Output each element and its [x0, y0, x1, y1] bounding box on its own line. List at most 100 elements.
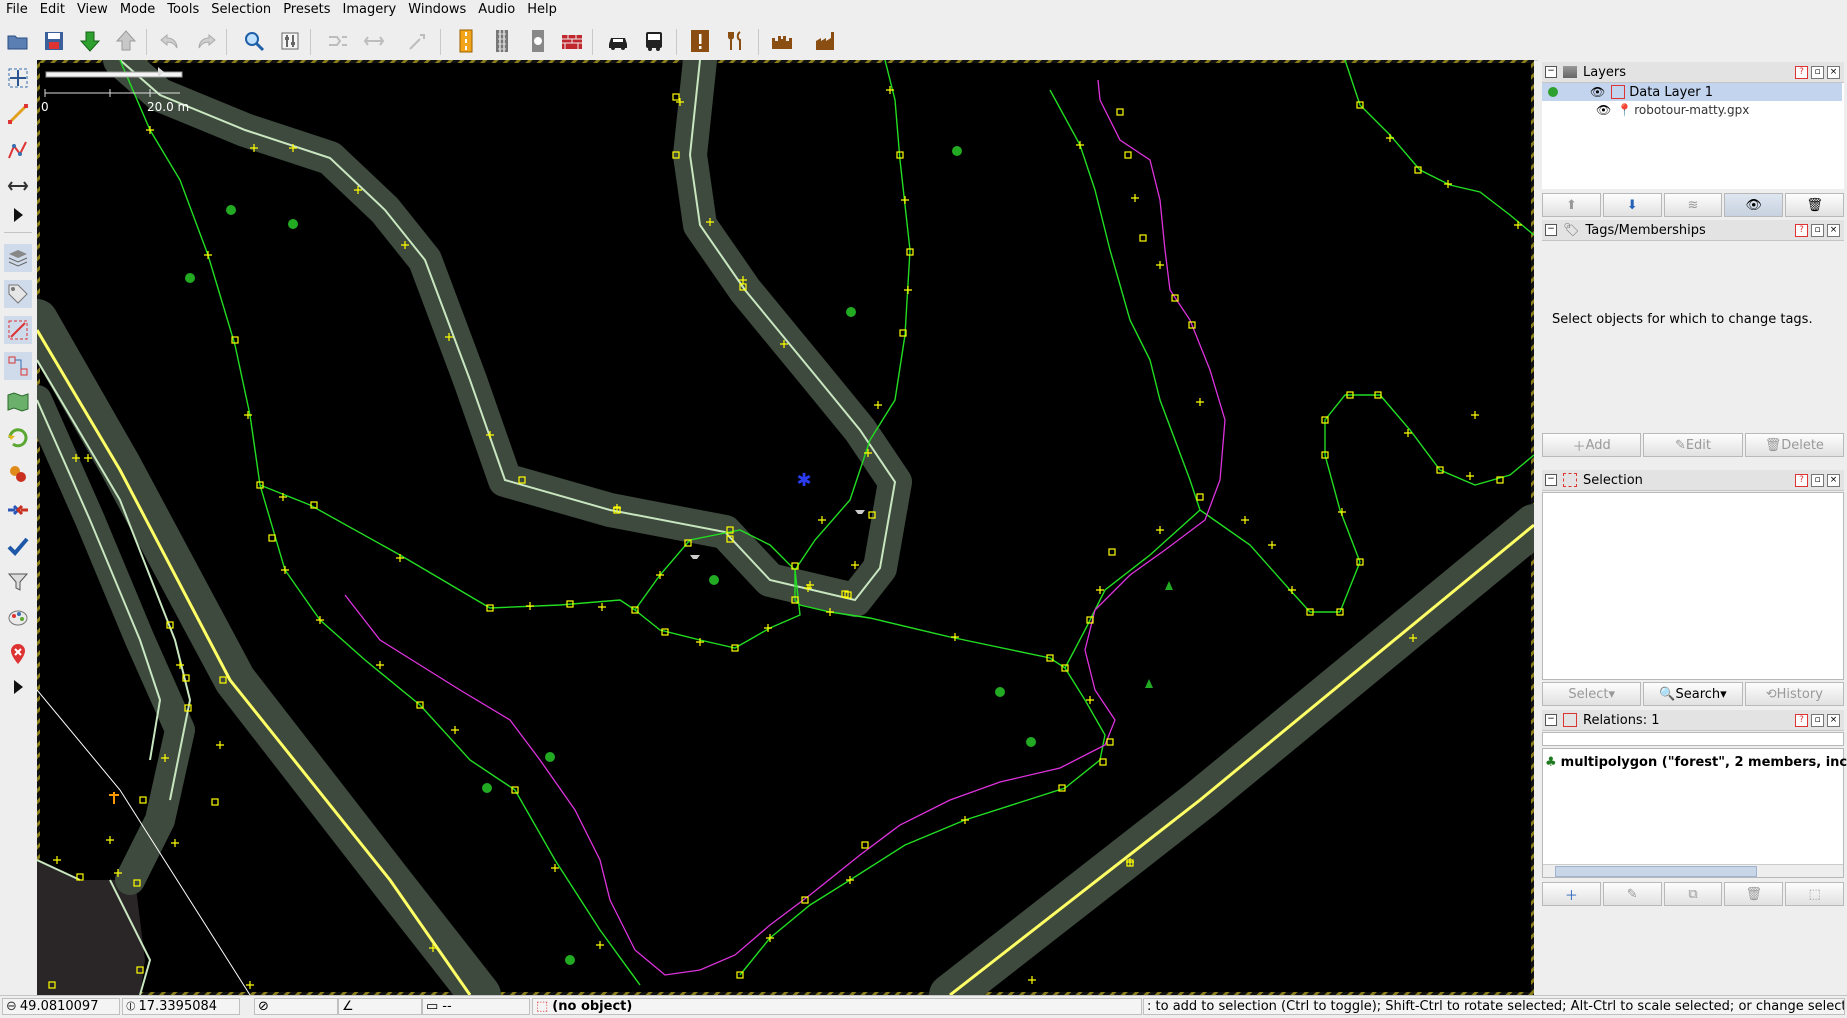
relation-row[interactable]: ♣ multipolygon ("forest", 2 members, inc…	[1545, 755, 1847, 770]
notes-icon[interactable]	[4, 640, 32, 668]
menu-windows[interactable]: Windows	[402, 0, 472, 20]
menu-imagery[interactable]: Imagery	[337, 0, 403, 20]
relations-toggle-icon[interactable]	[4, 352, 32, 380]
delete-tag-button[interactable]: 🗑 Delete	[1744, 433, 1844, 457]
close-icon[interactable]: ×	[1827, 66, 1840, 79]
delete-layer-button[interactable]: 🗑	[1785, 193, 1844, 217]
history-button[interactable]: ⟲ History	[1744, 682, 1844, 706]
svg-text:✱: ✱	[796, 470, 811, 491]
collapse-icon[interactable]: −	[1545, 714, 1557, 726]
car-icon[interactable]	[604, 27, 632, 55]
more-toggles-icon[interactable]	[4, 677, 32, 697]
merge-icon[interactable]	[324, 27, 352, 55]
open-file-icon[interactable]	[4, 27, 32, 55]
footways	[119, 60, 1534, 986]
tags-panel-title[interactable]: − 🏷 Tags/Memberships ? ▫ ×	[1542, 220, 1844, 241]
factory-icon[interactable]	[812, 27, 840, 55]
help-icon[interactable]: ?	[1795, 474, 1808, 487]
longitude-icon: ⦶	[126, 999, 136, 1014]
download-icon[interactable]	[76, 27, 104, 55]
layer-row-data-layer-1[interactable]: 👁 Data Layer 1	[1542, 83, 1842, 101]
undo-icon[interactable]	[156, 27, 184, 55]
distance-field: ▭ --	[422, 998, 530, 1015]
new-relation-button[interactable]: ＋	[1542, 882, 1601, 906]
extrude-icon[interactable]	[4, 172, 32, 200]
move-layer-down-button[interactable]: ⬇	[1602, 193, 1662, 217]
menu-edit[interactable]: Edit	[34, 0, 71, 20]
layers-toggle-icon[interactable]	[4, 244, 32, 272]
pin-icon[interactable]: ▫	[1811, 714, 1824, 727]
layer-row-gpx[interactable]: 👁 📍 robotour-matty.gpx	[1542, 101, 1842, 119]
layers-panel-title[interactable]: − Layers ? ▫ ×	[1542, 62, 1844, 83]
minimap-icon[interactable]	[4, 388, 32, 416]
help-icon[interactable]: ?	[1795, 714, 1808, 727]
select-relation-button[interactable]: ⬚	[1785, 882, 1844, 906]
edit-relation-button[interactable]: ✎	[1602, 882, 1662, 906]
selection-toggle-icon[interactable]	[4, 316, 32, 344]
visibility-eye-icon[interactable]: 👁	[1590, 85, 1605, 99]
heading-field: ⊘	[254, 998, 338, 1015]
collapse-icon[interactable]: −	[1545, 474, 1557, 486]
relations-filter-input[interactable]	[1542, 732, 1844, 746]
validation-icon[interactable]	[4, 532, 32, 560]
close-icon[interactable]: ×	[1827, 474, 1840, 487]
duplicate-relation-button[interactable]: ⧉	[1663, 882, 1723, 906]
redo-icon[interactable]	[192, 27, 220, 55]
split-icon[interactable]	[360, 27, 388, 55]
castle-icon[interactable]	[768, 27, 796, 55]
bus-icon[interactable]	[640, 27, 668, 55]
relations-panel-title[interactable]: − Relations: 1 ? ▫ ×	[1542, 710, 1844, 731]
help-icon[interactable]: ?	[1795, 224, 1808, 237]
restaurant-icon[interactable]	[722, 27, 750, 55]
menu-selection[interactable]: Selection	[205, 0, 277, 20]
collapse-icon[interactable]: −	[1545, 66, 1557, 78]
combine-icon[interactable]	[404, 27, 432, 55]
search-button[interactable]: 🔍 Search ▾	[1643, 682, 1743, 706]
menu-mode[interactable]: Mode	[114, 0, 161, 20]
visibility-eye-icon[interactable]: 👁	[1596, 103, 1611, 117]
tags-toggle-icon[interactable]	[4, 280, 32, 308]
level-crossing-icon[interactable]	[524, 27, 552, 55]
menu-help[interactable]: Help	[521, 0, 563, 20]
horizontal-scrollbar[interactable]	[1543, 864, 1843, 877]
menu-file[interactable]: File	[0, 0, 34, 20]
close-icon[interactable]: ×	[1827, 224, 1840, 237]
collapse-icon[interactable]: −	[1545, 224, 1557, 236]
changesets-icon[interactable]	[4, 460, 32, 488]
road-preset-icon[interactable]	[452, 27, 480, 55]
improve-way-icon[interactable]	[4, 136, 32, 164]
toggle-visibility-button[interactable]: 👁	[1724, 193, 1784, 217]
pin-icon[interactable]: ▫	[1811, 224, 1824, 237]
merge-layer-button[interactable]: ≋	[1663, 193, 1723, 217]
draw-tool-icon[interactable]	[4, 100, 32, 128]
add-tag-button[interactable]: ＋ Add	[1542, 433, 1642, 457]
conflict-icon[interactable]	[4, 496, 32, 524]
pin-icon[interactable]: ▫	[1811, 474, 1824, 487]
selection-panel-title[interactable]: − Selection ? ▫ ×	[1542, 470, 1844, 491]
filter-icon[interactable]	[4, 568, 32, 596]
menu-presets[interactable]: Presets	[277, 0, 336, 20]
menu-audio[interactable]: Audio	[472, 0, 521, 20]
menu-tools[interactable]: Tools	[161, 0, 205, 20]
wall-preset-icon[interactable]	[558, 27, 586, 55]
preferences-icon[interactable]	[276, 27, 304, 55]
save-icon[interactable]	[40, 27, 68, 55]
select-button[interactable]: Select ▾	[1542, 682, 1642, 706]
rail-preset-icon[interactable]	[488, 27, 516, 55]
delete-relation-button[interactable]: 🗑	[1724, 882, 1784, 906]
help-icon[interactable]: ?	[1795, 66, 1808, 79]
history-icon[interactable]	[4, 424, 32, 452]
move-layer-up-button[interactable]: ⬆	[1542, 193, 1601, 217]
map-paint-icon[interactable]	[4, 604, 32, 632]
zoom-icon[interactable]	[240, 27, 268, 55]
pin-icon[interactable]: ▫	[1811, 66, 1824, 79]
edit-tag-button[interactable]: ✎ Edit	[1643, 433, 1743, 457]
latitude-field: ⊖ 49.0810097	[2, 998, 120, 1015]
warning-icon[interactable]	[686, 27, 714, 55]
close-icon[interactable]: ×	[1827, 714, 1840, 727]
menu-view[interactable]: View	[71, 0, 114, 20]
upload-icon[interactable]	[112, 27, 140, 55]
more-tools-icon[interactable]	[4, 205, 32, 225]
select-tool-icon[interactable]	[4, 64, 32, 92]
map-view[interactable]: ✱ 0 20.0 m	[37, 60, 1534, 995]
